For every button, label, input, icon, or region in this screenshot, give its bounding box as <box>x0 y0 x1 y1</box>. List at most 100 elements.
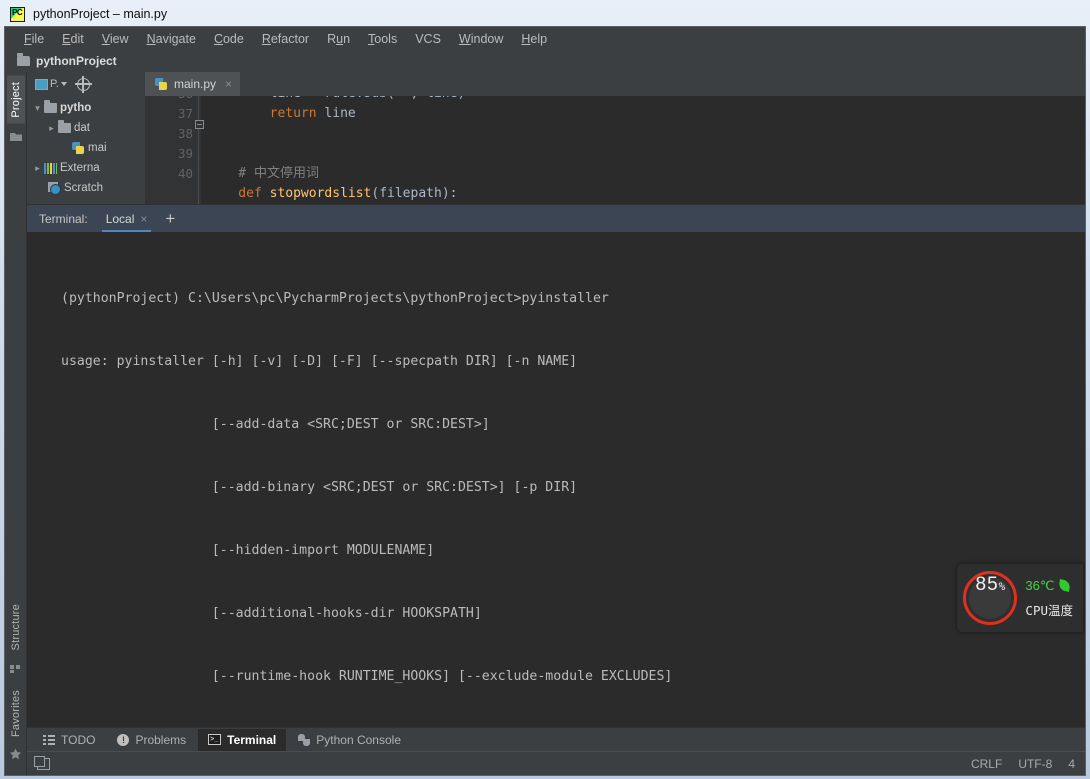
menu-view[interactable]: View <box>93 31 138 47</box>
menu-window[interactable]: Window <box>450 31 512 47</box>
structure-icon[interactable] <box>9 661 22 679</box>
editor-tab-label: main.py <box>174 77 217 91</box>
tree-label-external-libraries: Externa <box>60 162 100 174</box>
code-line: line = rule.sub('', line) <box>207 96 1085 104</box>
scratch-icon <box>48 181 61 195</box>
terminal-line: (pythonProject) C:\Users\pc\PycharmProje… <box>61 291 609 306</box>
close-icon[interactable]: × <box>140 212 147 226</box>
status-indent[interactable]: 4 <box>1068 757 1075 771</box>
menu-file[interactable]: File <box>15 31 53 47</box>
tree-label-main-py: mai <box>88 142 107 154</box>
menu-help[interactable]: Help <box>512 31 556 47</box>
menu-bar: File Edit View Navigate Code Refactor Ru… <box>5 27 1085 50</box>
line-number: 37 <box>177 106 193 121</box>
menu-edit[interactable]: Edit <box>53 31 93 47</box>
tree-label-data: dat <box>74 122 90 134</box>
chevron-down-icon <box>60 82 67 86</box>
code-line: def stopwordslist(filepath): <box>207 186 458 201</box>
menu-run[interactable]: Run <box>318 31 359 47</box>
line-number: 38 <box>177 126 193 141</box>
terminal-output[interactable]: (pythonProject) C:\Users\pc\PycharmProje… <box>27 232 1085 727</box>
bottom-tab-terminal-label: Terminal <box>227 732 277 747</box>
add-terminal-button[interactable]: + <box>165 210 175 227</box>
desktop-background: pythonProject – main.py File Edit View N… <box>0 0 1090 779</box>
chevron-right-icon[interactable]: ▸ <box>45 123 58 134</box>
terminal-line: [--add-binary <SRC;DEST or SRC:DEST>] [-… <box>61 480 578 495</box>
menu-vcs[interactable]: VCS <box>406 31 450 47</box>
python-file-icon <box>72 141 85 155</box>
folder-icon <box>17 53 30 66</box>
tree-node-external-libraries[interactable]: ▸ Externa <box>27 158 145 178</box>
project-view-label: P. <box>50 78 59 90</box>
code-editor: main.py × 36 37 38 39 40 <box>145 72 1085 204</box>
terminal-icon: >_ <box>208 734 222 745</box>
bottom-tab-todo[interactable]: TODO <box>33 729 105 751</box>
project-view-selector[interactable]: P. <box>35 78 67 90</box>
menu-code[interactable]: Code <box>205 31 253 47</box>
folder-icon[interactable] <box>9 129 22 147</box>
bottom-tab-problems-label: Problems <box>135 732 187 747</box>
menu-tools[interactable]: Tools <box>359 31 406 47</box>
folder-icon <box>58 120 71 133</box>
status-encoding[interactable]: UTF-8 <box>1018 757 1052 771</box>
menu-navigate[interactable]: Navigate <box>138 31 205 47</box>
terminal-header: Terminal: Local × + <box>27 204 1085 233</box>
window-layout-icon[interactable] <box>34 755 50 770</box>
leaf-icon <box>1058 579 1072 592</box>
terminal-tab-local[interactable]: Local × <box>101 205 152 233</box>
ide-frame: File Edit View Navigate Code Refactor Ru… <box>4 26 1086 776</box>
editor-tab-main-py[interactable]: main.py × <box>145 72 241 96</box>
code-area[interactable]: 36 37 38 39 40 line = rule.sub('', line) <box>145 96 1085 204</box>
todo-icon <box>43 734 55 745</box>
bottom-tab-python-console[interactable]: Python Console <box>288 729 411 751</box>
center-column: P. ▾ pytho ▸ dat mai ▸ Externa Scratch m… <box>27 72 1085 775</box>
sidebar-tab-favorites[interactable]: Favorites <box>7 684 25 743</box>
bottom-tool-tabs: TODO ! Problems >_ Terminal Python Conso… <box>27 727 1085 751</box>
status-line-separator[interactable]: CRLF <box>971 757 1002 771</box>
sidebar-tab-structure[interactable]: Structure <box>7 598 25 656</box>
chevron-down-icon[interactable]: ▾ <box>31 103 44 114</box>
tree-node-data[interactable]: ▸ dat <box>27 118 145 138</box>
terminal-panel: Terminal: Local × + (pythonProject) C:\U… <box>27 204 1085 727</box>
library-icon <box>44 162 57 174</box>
tree-label-pythonproject: pytho <box>60 102 92 114</box>
folder-icon <box>44 100 57 113</box>
breadcrumb-project-name: pythonProject <box>36 54 117 68</box>
star-icon[interactable] <box>9 748 22 766</box>
chevron-right-icon[interactable]: ▸ <box>31 163 44 174</box>
cpu-temperature-row: 36℃ <box>1025 575 1073 596</box>
terminal-line: [--runtime-hook RUNTIME_HOOKS] [--exclud… <box>61 669 673 684</box>
bottom-tab-problems[interactable]: ! Problems <box>107 729 196 751</box>
window-icon <box>35 78 48 90</box>
line-number: 40 <box>177 166 193 181</box>
sidebar-tab-project[interactable]: Project <box>6 76 25 124</box>
project-pane-toolbar: P. <box>27 72 145 96</box>
cpu-temperature-label: CPU温度 <box>1025 603 1073 618</box>
tree-node-scratches[interactable]: Scratch <box>27 178 145 198</box>
code-lines: line = rule.sub('', line) return line # … <box>201 96 1085 204</box>
cpu-temperature-widget[interactable]: 85% 36℃ CPU温度 <box>957 564 1083 632</box>
tree-node-pythonproject[interactable]: ▾ pytho <box>27 98 145 118</box>
terminal-line: [--hidden-import MODULENAME] <box>61 543 435 558</box>
terminal-line: [--add-data <SRC;DEST or SRC:DEST>] <box>61 417 490 432</box>
menu-file-rest: ile <box>31 31 45 46</box>
bottom-tab-terminal[interactable]: >_ Terminal <box>198 728 287 751</box>
python-file-icon <box>155 77 168 91</box>
status-bar: CRLF UTF-8 4 <box>27 751 1085 775</box>
bottom-tab-python-console-label: Python Console <box>316 732 401 747</box>
code-line: # 中文停用词 <box>207 166 319 181</box>
menu-refactor[interactable]: Refactor <box>253 31 318 47</box>
terminal-tab-label: Local <box>105 211 135 226</box>
terminal-line: [--additional-hooks-dir HOOKSPATH] <box>61 606 482 621</box>
close-icon[interactable]: × <box>225 77 232 91</box>
line-number-gutter: 36 37 38 39 40 <box>145 96 204 204</box>
cpu-usage-value: 85 <box>975 574 999 595</box>
cpu-usage-unit: % <box>998 580 1006 593</box>
window-title: pythonProject – main.py <box>33 7 168 21</box>
terminal-title: Terminal: <box>39 211 88 226</box>
tree-label-scratches: Scratch <box>64 182 103 194</box>
crosshair-icon[interactable] <box>74 75 92 93</box>
tree-node-main-py[interactable]: mai <box>27 138 145 158</box>
fold-collapse-icon[interactable] <box>195 120 204 129</box>
